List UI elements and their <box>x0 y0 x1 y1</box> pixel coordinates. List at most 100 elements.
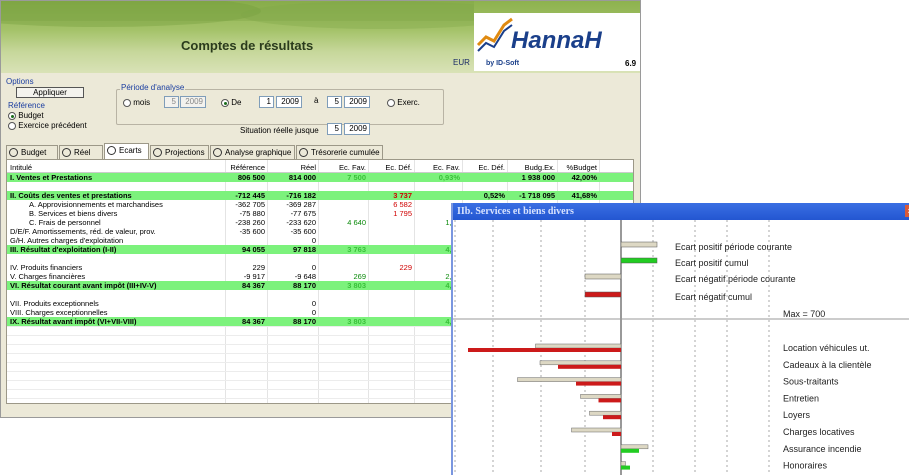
bar-period <box>580 394 622 399</box>
cell-reel: -369 287 <box>286 200 316 209</box>
row-label: III. Résultat d'exploitation (I-II) <box>10 245 117 254</box>
bar-period <box>589 410 622 416</box>
row-label: VIII. Charges exceptionnelles <box>10 308 108 317</box>
cell-fav: 3 803 <box>347 281 366 290</box>
table-row[interactable] <box>7 182 633 191</box>
cell-def2: 0,52% <box>483 191 505 200</box>
period-mois-year-field[interactable]: 2009 <box>180 96 206 108</box>
row-label: IX. Résultat avant impôt (VI+VII-VIII) <box>10 317 137 326</box>
column-header[interactable]: Ec. Déf. <box>385 163 412 172</box>
period-de-label: De <box>231 98 242 107</box>
bar-cumul <box>558 364 621 369</box>
cell-ref: -9 917 <box>243 272 265 281</box>
radio-icon <box>8 121 16 130</box>
category-label: Charges locatives <box>783 427 855 437</box>
chart-window-title: IIb. Services et biens divers <box>453 203 909 220</box>
variance-chart: Ecart positif période courante Ecart posi… <box>453 220 909 475</box>
legend-label: Ecart positif période courante <box>675 242 792 252</box>
column-header[interactable]: Intitulé <box>10 163 32 172</box>
cell-reel: 88 170 <box>293 317 316 326</box>
cell-budg: -1 718 095 <box>519 191 555 200</box>
table-row[interactable]: II. Coûts des ventes et prestations -712 … <box>7 191 633 200</box>
version-label: 6.9 <box>625 59 637 68</box>
cell-reel: 0 <box>311 263 316 272</box>
logo-subtitle: by ID-Soft <box>486 60 520 67</box>
cell-pct: 42,00% <box>571 173 597 182</box>
cell-ref: 94 055 <box>242 245 265 254</box>
row-label: G/H. Autres charges d'exploitation <box>10 236 124 245</box>
period-de-radio[interactable]: De <box>221 98 241 107</box>
apply-button[interactable]: Appliquer <box>16 87 84 98</box>
period-de-year-field[interactable]: 2009 <box>276 96 302 108</box>
cell-fav: 3 763 <box>347 245 366 254</box>
tab-icon <box>107 146 116 156</box>
reference-previous-label: Exercice précédent <box>18 121 87 130</box>
column-header[interactable]: Ec. Déf. <box>478 163 505 172</box>
field-texture <box>1 1 474 29</box>
cell-def: 3 737 <box>393 191 412 200</box>
tab-icon <box>299 148 308 158</box>
radio-icon <box>221 98 229 107</box>
cell-budg: 1 938 000 <box>521 173 555 182</box>
period-a-year-field[interactable]: 2009 <box>344 96 370 108</box>
period-a-label: à <box>314 96 319 105</box>
cell-fav2: 0,93% <box>438 173 460 182</box>
period-mois-radio[interactable]: mois <box>123 98 150 107</box>
reference-label: Référence <box>8 101 45 110</box>
bar-period <box>620 444 649 450</box>
table-header: Intitulé Référence Réel Ec. Fav. Ec. Déf. Ec.… <box>7 163 633 173</box>
window-title: Comptes de résultats <box>181 38 314 53</box>
radio-icon <box>387 98 395 107</box>
legend-label: Ecart négatif période courante <box>675 274 796 284</box>
row-label: VII. Produits exceptionnels <box>10 299 99 308</box>
column-header[interactable]: Budg.Ex. <box>525 163 555 172</box>
cell-ref: 806 500 <box>237 173 265 182</box>
tab-reel[interactable]: Réel <box>59 145 103 159</box>
row-label: D/E/F. Amortissements, réd. de valeur, p… <box>10 227 156 236</box>
tab-label: Trésorerie cumulée <box>311 148 380 157</box>
tab-icon <box>9 148 18 158</box>
reference-budget-radio[interactable]: Budget <box>8 111 44 120</box>
cell-fav: 7 500 <box>347 173 366 182</box>
legend-label: Ecart négatif cumul <box>675 292 752 302</box>
cell-reel: -9 648 <box>294 272 316 281</box>
situation-month-field[interactable]: 5 <box>327 123 342 135</box>
cell-ref: 229 <box>252 263 265 272</box>
radio-icon <box>8 111 16 120</box>
cell-def: 229 <box>399 263 412 272</box>
situation-label: Situation réelle jusque <box>240 126 319 135</box>
category-label: Loyers <box>783 410 811 420</box>
period-exerc-radio[interactable]: Exerc. <box>387 98 420 107</box>
tab-budget[interactable]: Budget <box>6 145 58 159</box>
column-header[interactable]: Réel <box>301 163 316 172</box>
tab-analyse-graphique[interactable]: Analyse graphique <box>210 145 295 159</box>
bar-cumul <box>612 432 621 436</box>
tab-projections[interactable]: Projections <box>150 145 209 159</box>
column-header[interactable]: Ec. Fav. <box>433 163 460 172</box>
cell-fav: 4 640 <box>347 218 366 227</box>
period-de-month-field[interactable]: 1 <box>259 96 274 108</box>
tab-ecarts[interactable]: Ecarts <box>104 143 149 160</box>
tab-tresorerie-cumulee[interactable]: Trésorerie cumulée <box>296 145 383 159</box>
column-header[interactable]: Ec. Fav. <box>339 163 366 172</box>
row-label: IV. Produits financiers <box>10 263 83 272</box>
cell-reel: 0 <box>311 308 316 317</box>
bar-period <box>539 360 622 366</box>
period-a-month-field[interactable]: 5 <box>327 96 342 108</box>
cell-def: 1 795 <box>393 209 412 218</box>
row-label: V. Charges financières <box>10 272 86 281</box>
radio-icon <box>123 98 131 107</box>
period-mois-field[interactable]: 5 <box>164 96 179 108</box>
reference-previous-radio[interactable]: Exercice précédent <box>8 121 87 130</box>
close-icon[interactable]: × <box>905 205 909 217</box>
column-header[interactable]: Référence <box>230 163 265 172</box>
situation-year-field[interactable]: 2009 <box>344 123 370 135</box>
cell-ref: 84 367 <box>242 281 265 290</box>
bar-cumul <box>468 348 621 352</box>
logo-name: HannaH <box>511 27 602 54</box>
row-label: C. Frais de personnel <box>29 218 101 227</box>
cell-ref: -238 260 <box>235 218 265 227</box>
column-header[interactable]: %Budget <box>567 163 597 172</box>
row-label: B. Services et biens divers <box>29 209 118 218</box>
table-row[interactable]: I. Ventes et Prestations 806 500 814 000 7 … <box>7 173 633 182</box>
